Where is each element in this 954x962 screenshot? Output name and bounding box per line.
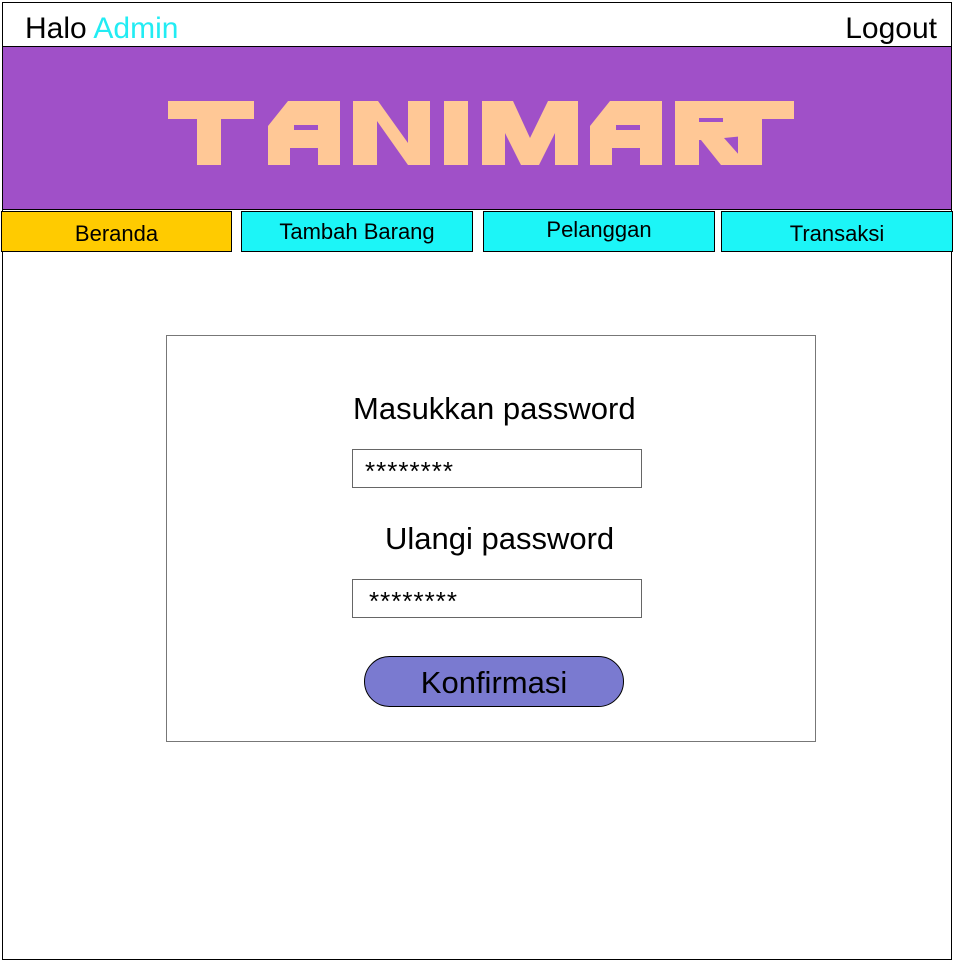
password-field[interactable]: ********: [352, 449, 642, 488]
logout-link[interactable]: Logout: [845, 11, 937, 47]
top-bar: Halo Admin Logout: [3, 3, 951, 47]
repeat-password-field[interactable]: ********: [352, 579, 642, 618]
tanimart-logo: [168, 101, 794, 165]
greeting-text: Halo: [25, 12, 87, 45]
tab-transaksi[interactable]: Transaksi: [721, 211, 953, 252]
tab-pelanggan[interactable]: Pelanggan: [483, 211, 715, 252]
greeting: Halo Admin: [25, 11, 178, 47]
repeat-password-label: Ulangi password: [385, 521, 615, 556]
confirm-button[interactable]: Konfirmasi: [364, 656, 624, 707]
tab-tambah-barang[interactable]: Tambah Barang: [241, 211, 473, 252]
user-name: Admin: [93, 12, 179, 45]
password-label: Masukkan password: [353, 391, 636, 426]
tab-beranda[interactable]: Beranda: [1, 211, 232, 252]
